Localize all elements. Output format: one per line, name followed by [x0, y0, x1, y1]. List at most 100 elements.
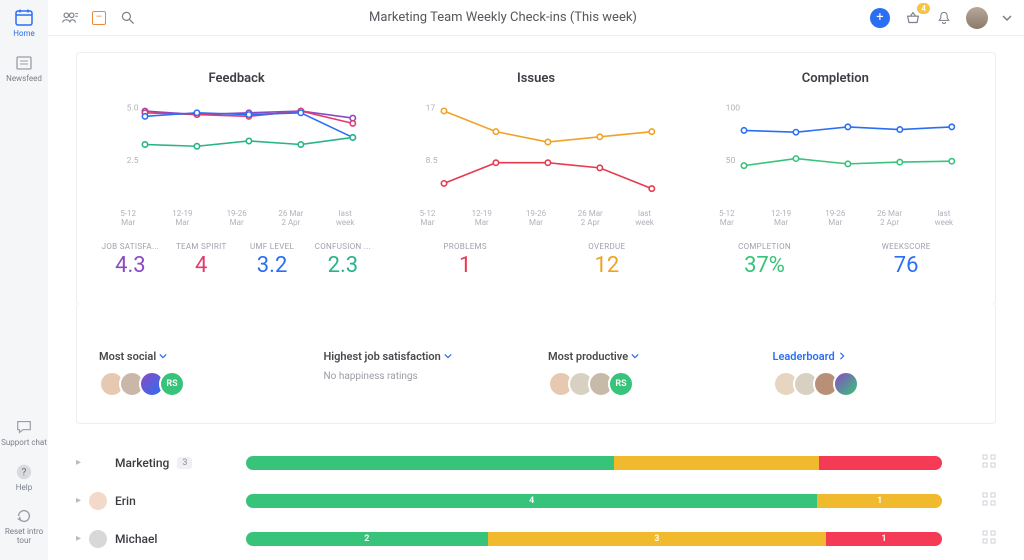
avatar-group: RS	[99, 371, 300, 397]
bar-segment: 2	[246, 532, 488, 546]
progress-bar: 231	[246, 532, 942, 546]
stat-value: 37%	[698, 253, 832, 278]
leaderboard[interactable]: Leaderboard	[773, 350, 974, 397]
team-name[interactable]: Erin	[115, 494, 136, 508]
chat-icon	[14, 417, 34, 437]
stat: COMPLETION37%	[698, 242, 832, 278]
stat-label: CONFUSION ...	[311, 242, 374, 251]
stat: PROBLEMS 1	[398, 242, 532, 278]
panel-title: Issues	[398, 71, 673, 86]
col-title: Most social	[99, 350, 300, 363]
calendar-icon	[14, 8, 34, 28]
x-labels: 5-12Mar12-19Mar19-26Mar26 Mar2 Aprlastwe…	[398, 210, 673, 228]
sidebar-item-home[interactable]: Home	[13, 8, 35, 39]
most-productive[interactable]: Most productive RS	[548, 350, 749, 397]
x-tick-label: 12-19Mar	[155, 210, 209, 228]
x-tick-label: lastweek	[917, 210, 971, 228]
avatar-group: RS	[548, 371, 749, 397]
sidebar-item-newsfeed[interactable]: Newsfeed	[6, 53, 42, 84]
chevron-down-icon	[444, 350, 452, 363]
stat-label: TEAM SPIRIT	[170, 242, 233, 251]
stat-label: WEEKSCORE	[839, 242, 973, 251]
completion-chart: 100 50	[698, 96, 973, 206]
reset-icon	[14, 506, 34, 526]
stat: WEEKSCORE 76	[839, 242, 973, 278]
col-sub: No happiness ratings	[324, 371, 525, 382]
expand-icon[interactable]	[982, 454, 996, 471]
sidebar-item-label: Help	[16, 484, 32, 493]
team-row: ▸Erin41	[76, 482, 996, 520]
sidebar-item-label: Support chat	[1, 439, 47, 448]
chevron-down-icon[interactable]	[1002, 13, 1012, 23]
panel-issues: Issues 17 8.5 5-12Mar12-19Mar19-26Mar26 …	[398, 71, 673, 278]
most-social[interactable]: Most social RS	[99, 350, 300, 397]
sidebar-item-support[interactable]: Support chat	[1, 417, 47, 448]
stat-value: 2.3	[311, 253, 374, 278]
topbar: – Marketing Team Weekly Check-ins (This …	[48, 0, 1024, 36]
bar-segment: 3	[488, 532, 826, 546]
x-labels: 5-12Mar12-19Mar19-26Mar26 Mar2 Aprlastwe…	[99, 210, 374, 228]
sidebar-item-reset-tour[interactable]: Reset intro tour	[0, 506, 48, 546]
stat: JOB SATISFA...4.3	[99, 242, 162, 278]
svg-text:2.5: 2.5	[127, 156, 139, 166]
stat-label: JOB SATISFA...	[99, 242, 162, 251]
x-tick-label: 19-26Mar	[210, 210, 264, 228]
expand-icon[interactable]	[982, 530, 996, 547]
chevron-right-icon[interactable]: ▸	[76, 457, 81, 468]
bar-segment	[246, 456, 614, 470]
bar-segment: 1	[826, 532, 942, 546]
highest-satisfaction[interactable]: Highest job satisfaction No happiness ra…	[324, 350, 525, 397]
search-icon[interactable]	[120, 10, 136, 26]
box-icon[interactable]: –	[92, 11, 106, 25]
avatar-group	[773, 371, 974, 397]
panel-completion: Completion 100 50 5-12Mar12-19Mar19-26Ma…	[698, 71, 973, 278]
sidebar-item-label: Reset intro tour	[0, 528, 48, 546]
bar-segment	[819, 456, 942, 470]
feedback-chart: 5.0 2.5	[99, 96, 374, 206]
team-name[interactable]: Michael	[115, 532, 157, 546]
team-avatar	[89, 454, 107, 472]
x-tick-label: 26 Mar2 Apr	[264, 210, 318, 228]
stat: CONFUSION ... 2.3	[311, 242, 374, 278]
panel-title: Completion	[698, 71, 973, 86]
chevron-down-icon	[631, 350, 639, 363]
team-name[interactable]: Marketing	[115, 456, 169, 470]
bar-segment	[614, 456, 819, 470]
panel-title: Feedback	[99, 71, 374, 86]
x-tick-label: lastweek	[617, 210, 671, 228]
expand-icon[interactable]	[982, 492, 996, 509]
stat: UMF LEVEL 3.2	[241, 242, 304, 278]
help-icon: ?	[14, 462, 34, 482]
add-button[interactable]: +	[870, 8, 890, 28]
team-row: ▸ Michael 231	[76, 520, 996, 558]
x-tick-label: lastweek	[318, 210, 372, 228]
stat-label: UMF LEVEL	[241, 242, 304, 251]
stat-label: OVERDUE	[540, 242, 674, 251]
bell-icon[interactable]	[936, 10, 952, 26]
stat-value: 76	[839, 253, 973, 278]
col-title: Most productive	[548, 350, 749, 363]
chevron-right-icon[interactable]: ▸	[76, 533, 81, 544]
x-labels: 5-12Mar12-19Mar19-26Mar26 Mar2 Aprlastwe…	[698, 210, 973, 228]
user-avatar[interactable]	[966, 7, 988, 29]
stat: OVERDUE12	[540, 242, 674, 278]
svg-text:?: ?	[22, 467, 27, 478]
progress-bar	[246, 456, 942, 470]
people-icon[interactable]	[60, 9, 78, 27]
team-count: 3	[177, 457, 192, 469]
svg-text:100: 100	[725, 104, 740, 114]
x-tick-label: 26 Mar2 Apr	[563, 210, 617, 228]
basket-icon[interactable]: 4	[904, 9, 922, 27]
col-title: Highest job satisfaction	[324, 350, 525, 363]
svg-text:8.5: 8.5	[426, 156, 438, 166]
stat-value: 3.2	[241, 253, 304, 278]
bar-segment: 1	[817, 494, 942, 508]
notification-badge: 4	[917, 3, 930, 14]
stat-value: 1	[398, 253, 532, 278]
chevron-right-icon[interactable]: ▸	[76, 495, 81, 506]
chevron-down-icon	[159, 350, 167, 363]
stat-label: PROBLEMS	[398, 242, 532, 251]
x-tick-label: 5-12Mar	[101, 210, 155, 228]
svg-text:17: 17	[426, 104, 436, 114]
sidebar-item-help[interactable]: ? Help	[14, 462, 34, 493]
